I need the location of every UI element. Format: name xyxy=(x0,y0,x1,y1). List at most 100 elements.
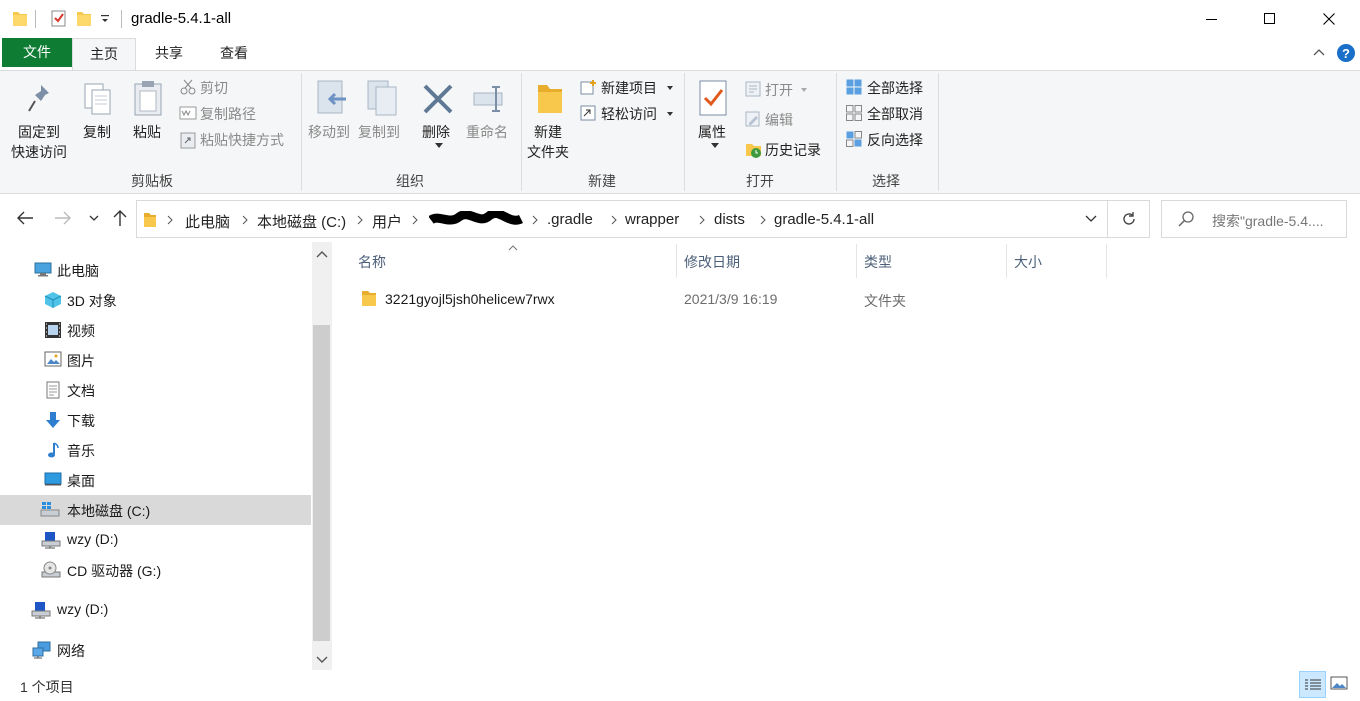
select-all-button[interactable]: 全部选择 xyxy=(844,77,934,99)
paste-shortcut-button[interactable]: 粘贴快捷方式 xyxy=(178,129,296,151)
music-note-icon xyxy=(46,441,60,459)
address-bar[interactable]: 此电脑 本地磁盘 (C:) 用户 .gradle wrapper dists g… xyxy=(136,200,1108,238)
pin-label-1: 固定到 xyxy=(18,124,60,140)
group-divider xyxy=(836,73,837,191)
nav-item-this-pc[interactable]: 此电脑 xyxy=(0,255,311,285)
select-none-button[interactable]: 全部取消 xyxy=(844,103,934,125)
column-header-type[interactable]: 类型 xyxy=(864,252,892,272)
chevron-right-icon[interactable] xyxy=(532,215,538,225)
tab-share[interactable]: 共享 xyxy=(138,38,200,69)
copy-to-button[interactable]: 复制到 xyxy=(356,75,406,155)
cut-button[interactable]: 剪切 xyxy=(178,77,288,99)
group-divider xyxy=(938,73,939,191)
chevron-right-icon[interactable] xyxy=(167,215,173,225)
close-button[interactable] xyxy=(1300,0,1358,38)
nav-item-documents[interactable]: 文档 xyxy=(0,375,311,405)
chevron-right-icon[interactable] xyxy=(699,215,705,225)
minimize-button[interactable] xyxy=(1183,0,1241,38)
search-box[interactable]: 搜索"gradle-5.4.... xyxy=(1161,200,1347,238)
large-icons-view-icon xyxy=(1330,676,1348,690)
nav-label: 桌面 xyxy=(67,473,95,489)
large-icons-view-button[interactable] xyxy=(1330,676,1348,692)
collapse-ribbon-icon[interactable] xyxy=(1312,46,1326,60)
move-to-button[interactable]: 移动到 xyxy=(306,75,356,155)
breadcrumb-dists[interactable]: dists xyxy=(714,211,745,228)
column-divider[interactable] xyxy=(856,244,857,278)
file-name[interactable]: 3221gyojl5jsh0helicew7rwx xyxy=(385,291,555,307)
column-divider[interactable] xyxy=(1006,244,1007,278)
scroll-down-icon[interactable] xyxy=(316,656,328,664)
address-history-dropdown[interactable] xyxy=(1085,215,1097,223)
nav-item-pictures[interactable]: 图片 xyxy=(0,345,311,375)
rename-button[interactable]: 重命名 xyxy=(464,75,518,155)
column-divider[interactable] xyxy=(676,244,677,278)
paste-button[interactable]: 粘贴 xyxy=(127,75,169,145)
open-button[interactable]: 打开 xyxy=(744,79,814,101)
chevron-right-icon[interactable] xyxy=(357,215,363,225)
edit-button[interactable]: 编辑 xyxy=(744,109,814,131)
copy-button[interactable]: 复制 xyxy=(78,75,118,145)
nav-label: 图片 xyxy=(67,353,95,369)
chevron-right-icon[interactable] xyxy=(412,215,418,225)
nav-scrollbar-thumb[interactable] xyxy=(313,325,330,641)
nav-item-downloads[interactable]: 下载 xyxy=(0,405,311,435)
chevron-right-icon[interactable] xyxy=(760,215,766,225)
forward-button[interactable] xyxy=(54,210,72,226)
nav-item-desktop[interactable]: 桌面 xyxy=(0,465,311,495)
breadcrumb-wrapper[interactable]: wrapper xyxy=(625,211,679,228)
properties-dropdown-icon[interactable] xyxy=(711,143,719,148)
new-item-button[interactable]: 新建项目 xyxy=(578,77,678,99)
nav-item-videos[interactable]: 视频 xyxy=(0,315,311,345)
tab-view[interactable]: 查看 xyxy=(202,38,266,69)
delete-dropdown-icon[interactable] xyxy=(435,143,443,148)
recent-locations-button[interactable] xyxy=(89,214,99,222)
column-header-name[interactable]: 名称 xyxy=(358,252,386,272)
chevron-right-icon[interactable] xyxy=(611,215,617,225)
nav-item-network[interactable]: 网络 xyxy=(0,635,311,665)
tab-home[interactable]: 主页 xyxy=(72,38,136,70)
customize-quick-access-icon[interactable] xyxy=(100,14,110,24)
breadcrumb-gradle[interactable]: .gradle xyxy=(547,211,593,228)
nav-item-music[interactable]: 音乐 xyxy=(0,435,311,465)
copy-path-button[interactable]: 复制路径 xyxy=(178,103,288,125)
nav-item-wzy-drive[interactable]: wzy (D:) xyxy=(0,525,311,555)
chevron-right-icon[interactable] xyxy=(242,215,248,225)
column-header-size[interactable]: 大小 xyxy=(1014,252,1042,272)
breadcrumb-users[interactable]: 用户 xyxy=(372,211,402,232)
back-button[interactable] xyxy=(16,210,34,226)
properties-quick-icon[interactable] xyxy=(50,9,68,27)
new-item-icon xyxy=(580,79,598,95)
history-button[interactable]: 历史记录 xyxy=(744,139,830,161)
delete-button[interactable]: 删除 xyxy=(412,75,464,155)
nav-item-3d-objects[interactable]: 3D 对象 xyxy=(0,285,311,315)
invert-selection-button[interactable]: 反向选择 xyxy=(844,129,934,151)
help-icon[interactable]: ? xyxy=(1336,43,1356,63)
nav-item-wzy-drive-2[interactable]: wzy (D:) xyxy=(0,595,311,625)
column-header-modified[interactable]: 修改日期 xyxy=(684,252,740,272)
new-folder-quick-icon[interactable] xyxy=(76,9,92,27)
breadcrumb-this-pc[interactable]: 此电脑 xyxy=(185,211,230,232)
forward-arrow-icon xyxy=(55,211,71,225)
pin-quick-access-button[interactable]: 固定到 快速访问 xyxy=(5,75,75,163)
up-arrow-icon xyxy=(113,210,127,226)
copy-to-label: 复制到 xyxy=(358,124,400,140)
title-bar: gradle-5.4.1-all xyxy=(0,0,1360,38)
maximize-button[interactable] xyxy=(1241,0,1299,38)
nav-item-local-disk-selected[interactable]: 本地磁盘 (C:) xyxy=(0,495,311,525)
new-folder-button[interactable]: 新建 文件夹 xyxy=(524,75,578,163)
properties-button[interactable]: 属性 xyxy=(690,75,738,155)
nav-label: 网络 xyxy=(57,643,85,659)
redacted-username[interactable] xyxy=(429,211,523,229)
details-view-button[interactable] xyxy=(1299,671,1326,698)
nav-item-cd-drive[interactable]: CD 驱动器 (G:) xyxy=(0,555,311,585)
breadcrumb-local-disk[interactable]: 本地磁盘 (C:) xyxy=(257,211,346,232)
up-button[interactable] xyxy=(112,209,128,227)
new-folder-label-2: 文件夹 xyxy=(527,144,569,160)
paste-shortcut-label: 粘贴快捷方式 xyxy=(200,132,284,148)
refresh-button[interactable] xyxy=(1108,200,1150,238)
column-divider[interactable] xyxy=(1106,244,1107,278)
tab-file[interactable]: 文件 xyxy=(2,38,72,67)
breadcrumb-gradle-5-4-1-all[interactable]: gradle-5.4.1-all xyxy=(774,211,874,228)
easy-access-button[interactable]: 轻松访问 xyxy=(578,103,678,125)
scroll-up-icon[interactable] xyxy=(316,250,328,258)
